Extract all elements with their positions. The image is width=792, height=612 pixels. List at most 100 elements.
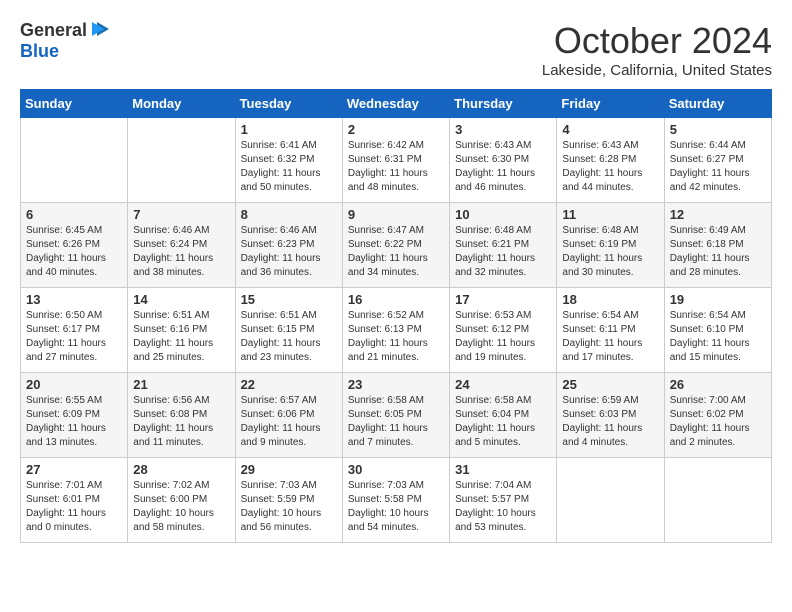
- calendar-cell: 30 Sunrise: 7:03 AM Sunset: 5:58 PM Dayli…: [342, 458, 449, 543]
- calendar-table: SundayMondayTuesdayWednesdayThursdayFrid…: [20, 89, 772, 543]
- day-number: 19: [670, 292, 766, 307]
- logo-general-text: General: [20, 20, 87, 41]
- calendar-header-sunday: Sunday: [21, 90, 128, 118]
- cell-info: Sunrise: 6:57 AM Sunset: 6:06 PM Dayligh…: [241, 394, 337, 450]
- cell-info: Sunrise: 6:46 AM Sunset: 6:24 PM Dayligh…: [133, 224, 229, 280]
- calendar-header-tuesday: Tuesday: [235, 90, 342, 118]
- day-number: 9: [348, 207, 444, 222]
- logo: General Blue: [20, 20, 111, 62]
- cell-info: Sunrise: 7:03 AM Sunset: 5:58 PM Dayligh…: [348, 479, 444, 535]
- cell-info: Sunrise: 6:50 AM Sunset: 6:17 PM Dayligh…: [26, 309, 122, 365]
- calendar-cell: 4 Sunrise: 6:43 AM Sunset: 6:28 PM Daylig…: [557, 118, 664, 203]
- day-number: 18: [562, 292, 658, 307]
- day-number: 10: [455, 207, 551, 222]
- cell-info: Sunrise: 6:48 AM Sunset: 6:21 PM Dayligh…: [455, 224, 551, 280]
- calendar-cell: 11 Sunrise: 6:48 AM Sunset: 6:19 PM Dayli…: [557, 203, 664, 288]
- logo-blue-text: Blue: [20, 41, 59, 61]
- day-number: 16: [348, 292, 444, 307]
- cell-info: Sunrise: 6:58 AM Sunset: 6:04 PM Dayligh…: [455, 394, 551, 450]
- cell-info: Sunrise: 6:56 AM Sunset: 6:08 PM Dayligh…: [133, 394, 229, 450]
- calendar-cell: 23Sunrise: 6:58 AM Sunset: 6:05 PM Dayli…: [342, 373, 449, 458]
- cell-info: Sunrise: 6:54 AM Sunset: 6:10 PM Dayligh…: [670, 309, 766, 365]
- cell-info: Sunrise: 6:46 AM Sunset: 6:23 PM Dayligh…: [241, 224, 337, 280]
- calendar-header-saturday: Saturday: [664, 90, 771, 118]
- day-number: 1: [241, 122, 337, 137]
- cell-info: Sunrise: 6:53 AM Sunset: 6:12 PM Dayligh…: [455, 309, 551, 365]
- day-number: 12: [670, 207, 766, 222]
- cell-info: Sunrise: 6:49 AM Sunset: 6:18 PM Dayligh…: [670, 224, 766, 280]
- cell-info: Sunrise: 6:42 AM Sunset: 6:31 PM Dayligh…: [348, 139, 444, 195]
- calendar-cell: 9 Sunrise: 6:47 AM Sunset: 6:22 PM Daylig…: [342, 203, 449, 288]
- cell-info: Sunrise: 7:02 AM Sunset: 6:00 PM Dayligh…: [133, 479, 229, 535]
- cell-info: Sunrise: 6:45 AM Sunset: 6:26 PM Dayligh…: [26, 224, 122, 280]
- day-number: 25: [562, 377, 658, 392]
- calendar-cell: 28 Sunrise: 7:02 AM Sunset: 6:00 PM Dayli…: [128, 458, 235, 543]
- day-number: 2: [348, 122, 444, 137]
- calendar-header-monday: Monday: [128, 90, 235, 118]
- cell-info: Sunrise: 6:47 AM Sunset: 6:22 PM Dayligh…: [348, 224, 444, 280]
- day-number: 5: [670, 122, 766, 137]
- calendar-cell: 14 Sunrise: 6:51 AM Sunset: 6:16 PM Dayli…: [128, 288, 235, 373]
- calendar-header-thursday: Thursday: [450, 90, 557, 118]
- day-number: 11: [562, 207, 658, 222]
- calendar-cell: 26Sunrise: 7:00 AM Sunset: 6:02 PM Dayli…: [664, 373, 771, 458]
- day-number: 7: [133, 207, 229, 222]
- calendar-cell: 24 Sunrise: 6:58 AM Sunset: 6:04 PM Dayli…: [450, 373, 557, 458]
- calendar-cell: 22 Sunrise: 6:57 AM Sunset: 6:06 PM Dayli…: [235, 373, 342, 458]
- calendar-cell: 18Sunrise: 6:54 AM Sunset: 6:11 PM Dayli…: [557, 288, 664, 373]
- calendar-cell: 15 Sunrise: 6:51 AM Sunset: 6:15 PM Dayli…: [235, 288, 342, 373]
- day-number: 13: [26, 292, 122, 307]
- calendar-cell: 6Sunrise: 6:45 AM Sunset: 6:26 PM Daylig…: [21, 203, 128, 288]
- calendar-week-1: 1 Sunrise: 6:41 AM Sunset: 6:32 PM Daylig…: [21, 118, 772, 203]
- cell-info: Sunrise: 6:43 AM Sunset: 6:28 PM Dayligh…: [562, 139, 658, 195]
- calendar-cell: 12 Sunrise: 6:49 AM Sunset: 6:18 PM Dayli…: [664, 203, 771, 288]
- calendar-cell: 29Sunrise: 7:03 AM Sunset: 5:59 PM Dayli…: [235, 458, 342, 543]
- cell-info: Sunrise: 7:03 AM Sunset: 5:59 PM Dayligh…: [241, 479, 337, 535]
- cell-info: Sunrise: 7:01 AM Sunset: 6:01 PM Dayligh…: [26, 479, 122, 535]
- day-number: 26: [670, 377, 766, 392]
- calendar-cell: 20 Sunrise: 6:55 AM Sunset: 6:09 PM Dayli…: [21, 373, 128, 458]
- calendar-cell: 13 Sunrise: 6:50 AM Sunset: 6:17 PM Dayli…: [21, 288, 128, 373]
- day-number: 24: [455, 377, 551, 392]
- cell-info: Sunrise: 6:59 AM Sunset: 6:03 PM Dayligh…: [562, 394, 658, 450]
- calendar-cell: 1 Sunrise: 6:41 AM Sunset: 6:32 PM Daylig…: [235, 118, 342, 203]
- day-number: 3: [455, 122, 551, 137]
- cell-info: Sunrise: 6:55 AM Sunset: 6:09 PM Dayligh…: [26, 394, 122, 450]
- calendar-cell: 10 Sunrise: 6:48 AM Sunset: 6:21 PM Dayli…: [450, 203, 557, 288]
- day-number: 31: [455, 462, 551, 477]
- calendar-cell: 21Sunrise: 6:56 AM Sunset: 6:08 PM Dayli…: [128, 373, 235, 458]
- title-block: October 2024 Lakeside, California, Unite…: [542, 20, 772, 79]
- day-number: 30: [348, 462, 444, 477]
- calendar-cell: 17 Sunrise: 6:53 AM Sunset: 6:12 PM Dayli…: [450, 288, 557, 373]
- cell-info: Sunrise: 6:44 AM Sunset: 6:27 PM Dayligh…: [670, 139, 766, 195]
- day-number: 8: [241, 207, 337, 222]
- calendar-week-2: 6Sunrise: 6:45 AM Sunset: 6:26 PM Daylig…: [21, 203, 772, 288]
- cell-info: Sunrise: 6:43 AM Sunset: 6:30 PM Dayligh…: [455, 139, 551, 195]
- day-number: 4: [562, 122, 658, 137]
- location: Lakeside, California, United States: [542, 62, 772, 79]
- cell-info: Sunrise: 6:48 AM Sunset: 6:19 PM Dayligh…: [562, 224, 658, 280]
- cell-info: Sunrise: 6:58 AM Sunset: 6:05 PM Dayligh…: [348, 394, 444, 450]
- day-number: 28: [133, 462, 229, 477]
- calendar-cell: 31 Sunrise: 7:04 AM Sunset: 5:57 PM Dayli…: [450, 458, 557, 543]
- calendar-cell: 7 Sunrise: 6:46 AM Sunset: 6:24 PM Daylig…: [128, 203, 235, 288]
- day-number: 15: [241, 292, 337, 307]
- calendar-week-5: 27 Sunrise: 7:01 AM Sunset: 6:01 PM Dayli…: [21, 458, 772, 543]
- calendar-cell: [557, 458, 664, 543]
- cell-info: Sunrise: 6:41 AM Sunset: 6:32 PM Dayligh…: [241, 139, 337, 195]
- cell-info: Sunrise: 7:04 AM Sunset: 5:57 PM Dayligh…: [455, 479, 551, 535]
- calendar-cell: 8 Sunrise: 6:46 AM Sunset: 6:23 PM Daylig…: [235, 203, 342, 288]
- cell-info: Sunrise: 6:51 AM Sunset: 6:16 PM Dayligh…: [133, 309, 229, 365]
- calendar-week-3: 13 Sunrise: 6:50 AM Sunset: 6:17 PM Dayli…: [21, 288, 772, 373]
- day-number: 14: [133, 292, 229, 307]
- calendar-cell: 27 Sunrise: 7:01 AM Sunset: 6:01 PM Dayli…: [21, 458, 128, 543]
- day-number: 22: [241, 377, 337, 392]
- cell-info: Sunrise: 6:52 AM Sunset: 6:13 PM Dayligh…: [348, 309, 444, 365]
- day-number: 27: [26, 462, 122, 477]
- day-number: 17: [455, 292, 551, 307]
- day-number: 20: [26, 377, 122, 392]
- calendar-cell: 5 Sunrise: 6:44 AM Sunset: 6:27 PM Daylig…: [664, 118, 771, 203]
- calendar-header-wednesday: Wednesday: [342, 90, 449, 118]
- cell-info: Sunrise: 6:51 AM Sunset: 6:15 PM Dayligh…: [241, 309, 337, 365]
- calendar-cell: [21, 118, 128, 203]
